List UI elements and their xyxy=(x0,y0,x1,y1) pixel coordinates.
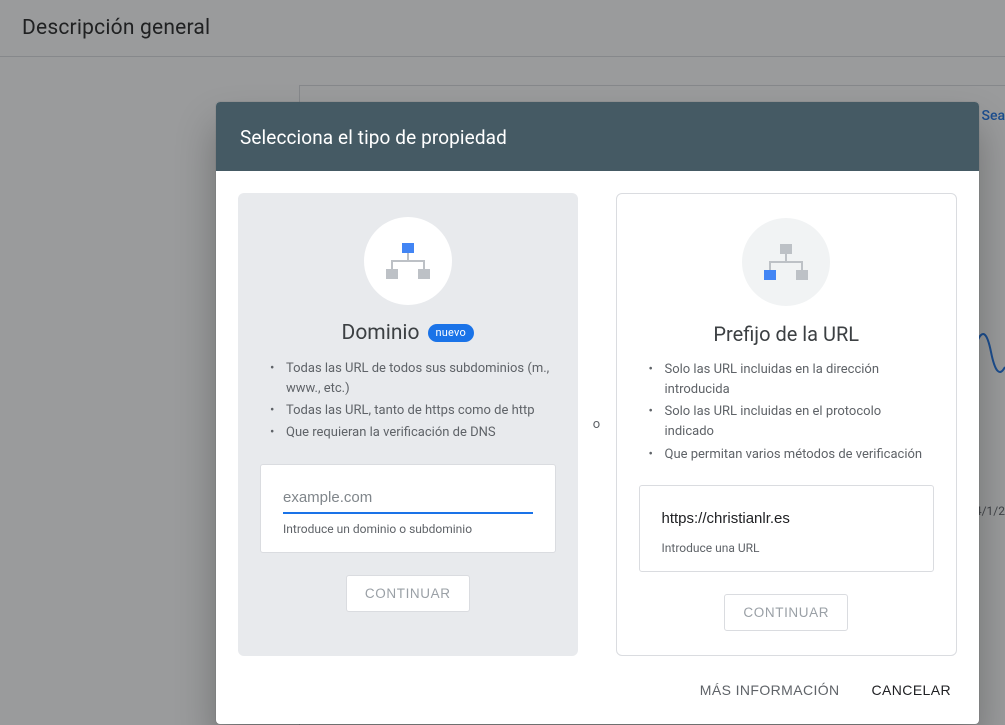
dialog-actions: MÁS INFORMACIÓN CANCELAR xyxy=(216,656,979,724)
url-prefix-card[interactable]: Prefijo de la URL Solo las URL incluidas… xyxy=(616,193,958,656)
sitemap-url-icon xyxy=(742,218,830,306)
domain-input-hint: Introduce un dominio o subdominio xyxy=(283,522,533,536)
dialog-body: Dominio nuevo Todas las URL de todos sus… xyxy=(216,171,979,656)
cancel-button[interactable]: CANCELAR xyxy=(870,678,953,702)
domain-card-title: Dominio xyxy=(342,321,420,345)
url-input-block: Introduce una URL xyxy=(639,485,935,572)
domain-continue-button[interactable]: CONTINUAR xyxy=(346,575,470,612)
new-badge: nuevo xyxy=(428,324,474,342)
list-item: Solo las URL incluidas en la dirección i… xyxy=(639,360,933,400)
url-card-title: Prefijo de la URL xyxy=(713,322,859,346)
url-input[interactable] xyxy=(662,506,912,533)
domain-input[interactable] xyxy=(283,485,533,514)
property-type-dialog: Selecciona el tipo de propiedad Dominio … xyxy=(216,102,979,724)
url-bullets: Solo las URL incluidas en la dirección i… xyxy=(639,360,935,467)
list-item: Que requieran la verificación de DNS xyxy=(260,423,554,443)
more-info-button[interactable]: MÁS INFORMACIÓN xyxy=(698,678,842,702)
url-input-hint: Introduce una URL xyxy=(662,541,912,555)
domain-bullets: Todas las URL de todos sus subdominios (… xyxy=(260,359,556,446)
list-item: Solo las URL incluidas en el protocolo i… xyxy=(639,402,933,442)
url-continue-button[interactable]: CONTINUAR xyxy=(724,594,848,631)
list-item: Todas las URL, tanto de https como de ht… xyxy=(260,401,554,421)
dialog-header: Selecciona el tipo de propiedad xyxy=(216,102,979,171)
sitemap-domain-icon xyxy=(364,217,452,305)
dialog-title: Selecciona el tipo de propiedad xyxy=(240,126,955,149)
domain-input-block: Introduce un dominio o subdominio xyxy=(260,464,556,553)
list-item: Que permitan varios métodos de verificac… xyxy=(639,445,933,465)
domain-card[interactable]: Dominio nuevo Todas las URL de todos sus… xyxy=(238,193,578,656)
list-item: Todas las URL de todos sus subdominios (… xyxy=(260,359,554,399)
card-separator: o xyxy=(578,193,616,656)
url-card-title-row: Prefijo de la URL xyxy=(713,322,859,346)
domain-card-title-row: Dominio nuevo xyxy=(342,321,474,345)
